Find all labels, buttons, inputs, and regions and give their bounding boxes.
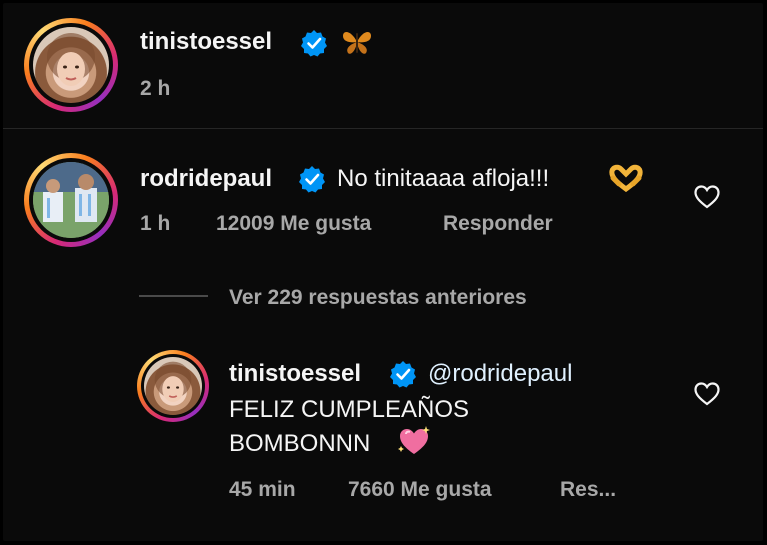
reply-time: 45 min (229, 478, 296, 501)
like-heart-icon[interactable] (694, 185, 720, 214)
avatar-photo (33, 27, 109, 103)
reply-likes[interactable]: 7660 Me gusta (348, 478, 492, 502)
verified-badge-icon (389, 360, 417, 393)
comment-time: 1 h (140, 212, 171, 235)
comment-likes[interactable]: 12009 Me gusta (216, 212, 371, 236)
comments-panel (3, 3, 763, 541)
comment-text: No tinitaaaa afloja!!! (337, 165, 550, 192)
divider (3, 128, 763, 129)
comment-username[interactable]: rodridepaul (140, 165, 272, 193)
post-username[interactable]: tinistoessel (140, 28, 272, 56)
avatar-photo (33, 162, 109, 238)
reply-username[interactable]: tinistoessel (229, 360, 361, 388)
comment-avatar[interactable] (24, 153, 118, 247)
avatar-photo (144, 357, 202, 415)
reply-text-line2: BOMBONNN (229, 430, 371, 457)
post-time: 2 h (140, 77, 171, 100)
like-heart-icon[interactable] (694, 382, 720, 411)
mention-link[interactable]: @rodridepaul (428, 360, 572, 388)
heart-hands-icon (609, 164, 643, 197)
butterfly-icon (341, 28, 373, 61)
view-replies-button[interactable]: Ver 229 respuestas anteriores (229, 286, 527, 310)
reply-text-line1: FELIZ CUMPLEAÑOS (229, 396, 470, 423)
reply-button[interactable]: Responder (443, 212, 553, 236)
sparkling-heart-icon (396, 424, 432, 463)
reply-reply-button[interactable]: Res... (560, 478, 616, 502)
verified-badge-icon (300, 29, 328, 62)
verified-badge-icon (298, 165, 326, 198)
post-avatar[interactable] (24, 18, 118, 112)
replies-line (139, 295, 208, 297)
reply-avatar[interactable] (137, 350, 209, 422)
